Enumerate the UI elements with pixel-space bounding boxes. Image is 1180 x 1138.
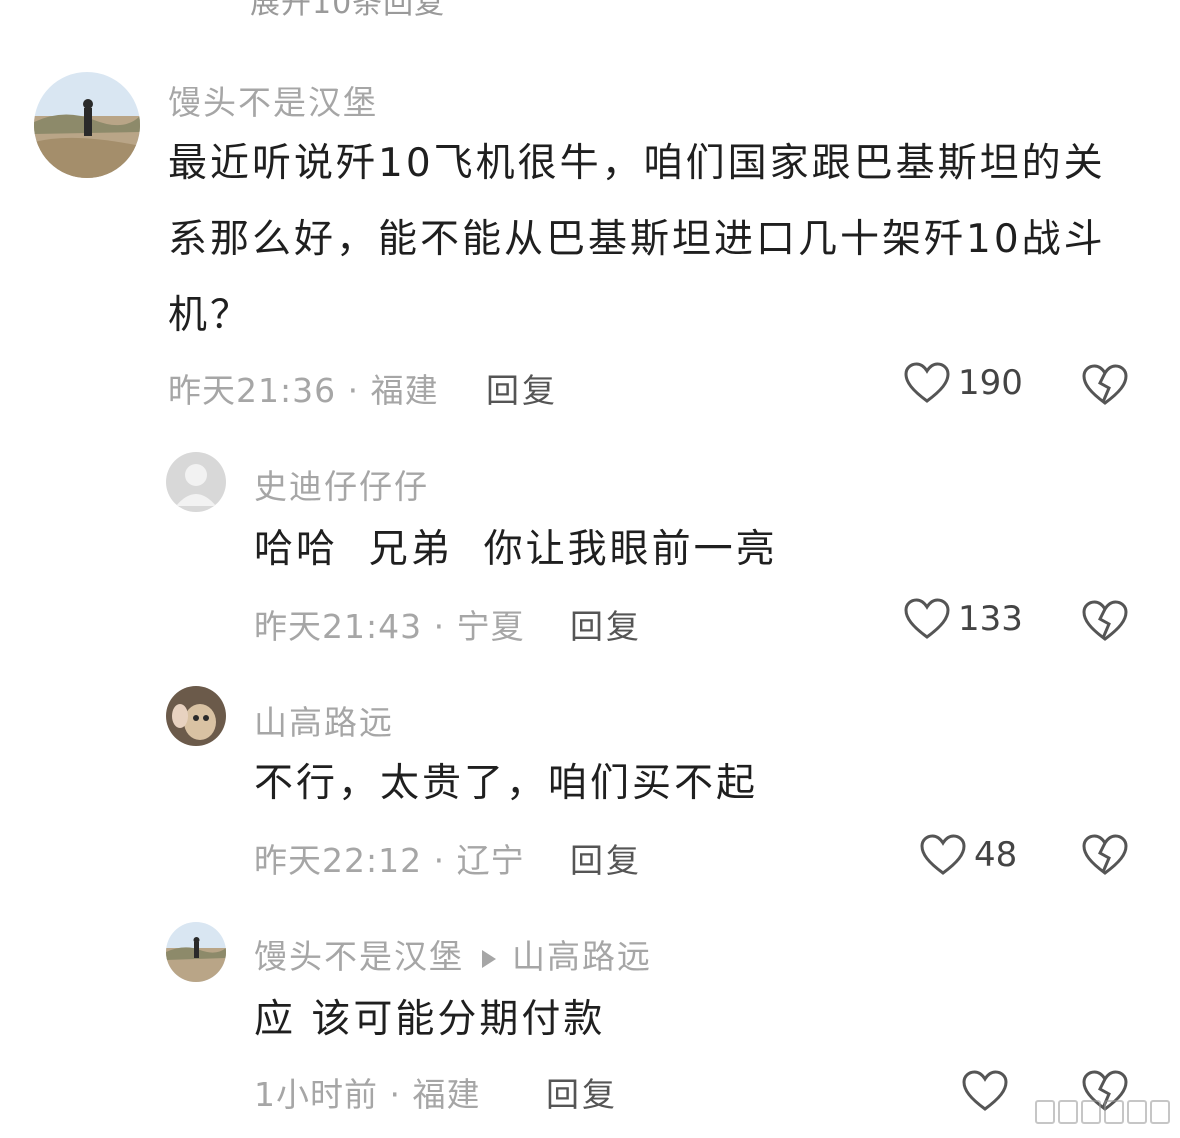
heart-outline-icon <box>962 1070 1008 1111</box>
triangle-right-icon <box>482 949 496 968</box>
avatar[interactable] <box>166 686 226 746</box>
commenter-name[interactable]: 馒头不是汉堡 <box>168 76 378 124</box>
avatar[interactable] <box>166 452 226 512</box>
dislike-button[interactable] <box>1082 600 1128 646</box>
like-count: 190 <box>958 363 1023 403</box>
like-button[interactable] <box>962 1070 1008 1112</box>
commenter-name[interactable]: 山高路远 <box>254 696 394 744</box>
avatar[interactable] <box>166 922 226 982</box>
commenter-name[interactable]: 史迪仔仔仔 <box>254 460 429 508</box>
comment-text: 最近听说歼10飞机很牛，咱们国家跟巴基斯坦的关系那么好，能不能从巴基斯坦进口几十… <box>168 141 1106 338</box>
watermark <box>1035 1100 1170 1124</box>
reply-button[interactable]: 回复 <box>570 834 642 882</box>
comment-meta: 昨天21:43 · 宁夏 <box>254 607 525 646</box>
dislike-button[interactable] <box>1082 834 1128 880</box>
reply-button[interactable]: 回复 <box>570 600 642 648</box>
commenter-name[interactable]: 馒头不是汉堡 <box>254 937 464 976</box>
like-button[interactable]: 133 <box>904 598 1023 640</box>
broken-heart-icon <box>1082 600 1128 641</box>
expand-replies-link[interactable]: 展开10条回复 <box>250 0 445 22</box>
like-button[interactable]: 48 <box>920 834 1017 876</box>
person-silhouette-icon <box>176 464 216 506</box>
like-count: 48 <box>974 835 1018 875</box>
dislike-button[interactable] <box>1082 364 1128 410</box>
reply-to-name[interactable]: 山高路远 <box>512 937 652 976</box>
comment-text: 哈哈 兄弟 你让我眼前一亮 <box>254 527 778 572</box>
comment-meta: 昨天22:12 · 辽宁 <box>254 841 525 880</box>
reply-button[interactable]: 回复 <box>546 1068 618 1116</box>
like-button[interactable]: 190 <box>904 362 1023 404</box>
heart-outline-icon <box>904 598 950 639</box>
comment-meta: 昨天21:36 · 福建 <box>168 371 439 410</box>
like-count: 133 <box>958 599 1023 639</box>
broken-heart-icon <box>1082 364 1128 405</box>
broken-heart-icon <box>1082 834 1128 875</box>
comment-text: 不行，太贵了，咱们买不起 <box>254 761 759 806</box>
avatar[interactable] <box>34 72 140 178</box>
comment-text: 应 该可能分期付款 <box>254 997 606 1042</box>
heart-outline-icon <box>904 362 950 403</box>
comment-meta: 1小时前 · 福建 <box>254 1075 481 1114</box>
heart-outline-icon <box>920 834 966 875</box>
reply-header: 馒头不是汉堡 山高路远 <box>254 930 652 978</box>
reply-button[interactable]: 回复 <box>486 364 558 412</box>
